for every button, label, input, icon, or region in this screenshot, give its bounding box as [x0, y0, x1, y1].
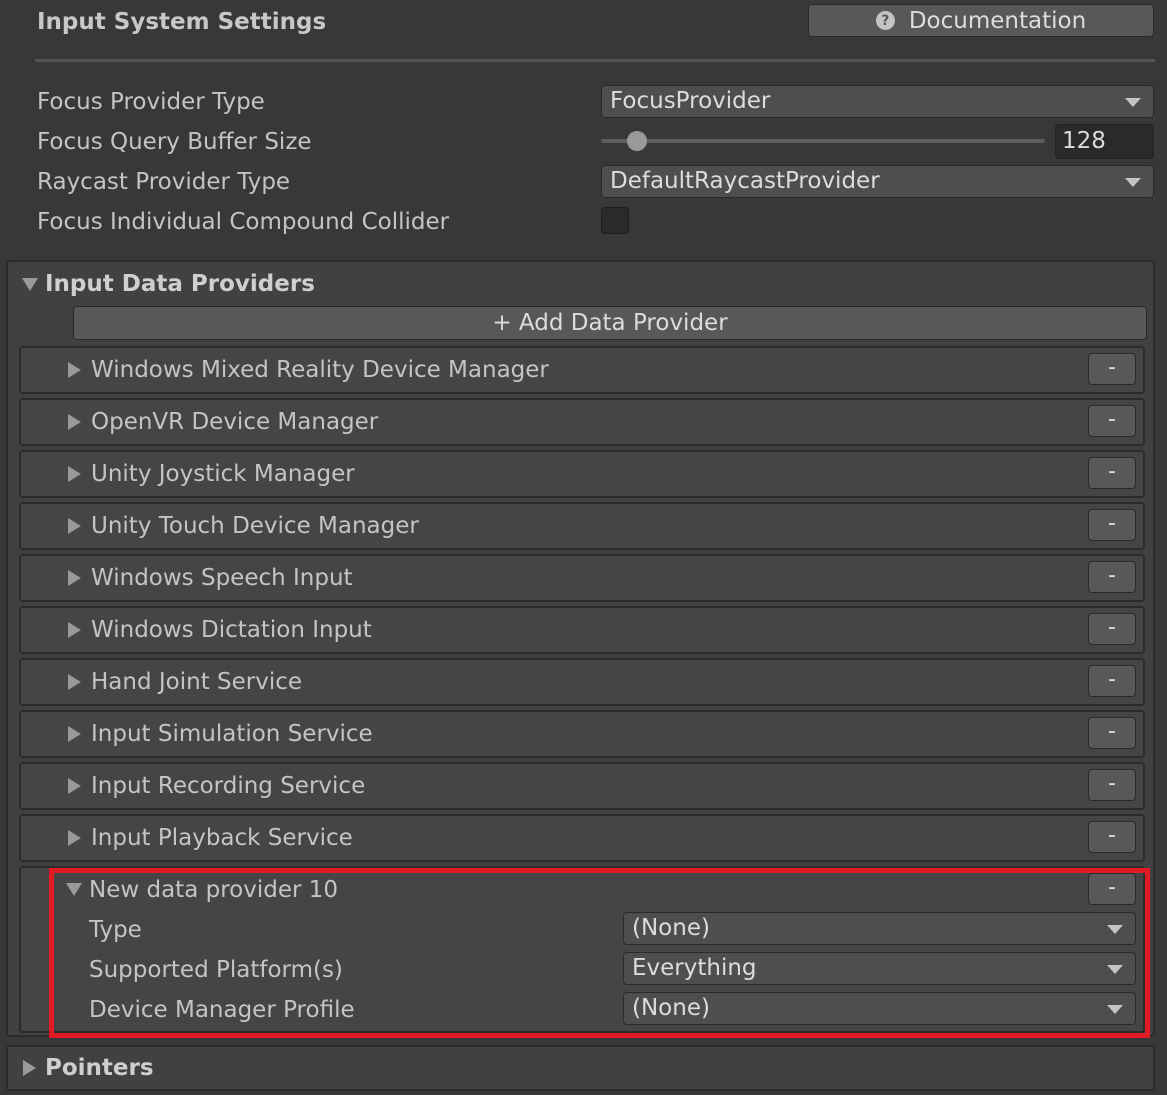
foldout-collapsed-icon[interactable]	[68, 362, 81, 378]
foldout-collapsed-icon[interactable]	[68, 570, 81, 586]
provider-item[interactable]: Input Simulation Service -	[19, 710, 1145, 758]
provider-item-label[interactable]: Windows Dictation Input	[91, 614, 372, 646]
focus-provider-type-dropdown[interactable]: FocusProvider	[601, 85, 1154, 118]
foldout-expanded-icon[interactable]	[22, 278, 38, 291]
focus-compound-collider-checkbox[interactable]	[601, 207, 629, 234]
pointers-title[interactable]: Pointers	[45, 1052, 154, 1084]
foldout-collapsed-icon[interactable]	[68, 726, 81, 742]
buffer-size-slider-track[interactable]	[601, 139, 1045, 143]
provider-item-label[interactable]: Hand Joint Service	[91, 666, 302, 698]
add-data-provider-button[interactable]: + Add Data Provider	[73, 306, 1147, 340]
foldout-collapsed-icon[interactable]	[68, 674, 81, 690]
focus-compound-collider-label: Focus Individual Compound Collider	[37, 209, 450, 235]
provider-item[interactable]: Input Playback Service -	[19, 814, 1145, 862]
foldout-collapsed-icon[interactable]	[68, 778, 81, 794]
remove-provider-button[interactable]: -	[1088, 561, 1136, 593]
remove-provider-button[interactable]: -	[1088, 457, 1136, 489]
provider-item[interactable]: Input Recording Service -	[19, 762, 1145, 810]
remove-provider-button[interactable]: -	[1088, 405, 1136, 437]
raycast-provider-type-dropdown[interactable]: DefaultRaycastProvider	[601, 165, 1154, 198]
provider-item-label[interactable]: Input Recording Service	[91, 770, 365, 802]
buffer-size-input[interactable]: 128	[1055, 124, 1154, 159]
remove-provider-button[interactable]: -	[1088, 509, 1136, 541]
help-circle-icon: ?	[875, 11, 895, 30]
chevron-down-icon	[1125, 178, 1141, 187]
remove-provider-button[interactable]: -	[1088, 717, 1136, 749]
foldout-collapsed-icon[interactable]	[23, 1060, 36, 1076]
provider-item[interactable]: Windows Dictation Input -	[19, 606, 1145, 654]
foldout-collapsed-icon[interactable]	[68, 466, 81, 482]
provider-item-label[interactable]: Unity Joystick Manager	[91, 458, 355, 490]
focus-provider-type-value: FocusProvider	[610, 88, 771, 114]
input-data-providers-title[interactable]: Input Data Providers	[45, 268, 315, 300]
provider-item-label[interactable]: Windows Mixed Reality Device Manager	[91, 354, 549, 386]
remove-provider-button[interactable]: -	[1088, 613, 1136, 645]
provider-item[interactable]: Windows Mixed Reality Device Manager -	[19, 346, 1145, 394]
foldout-collapsed-icon[interactable]	[68, 830, 81, 846]
provider-item-label[interactable]: Windows Speech Input	[91, 562, 353, 594]
provider-item-label[interactable]: Input Simulation Service	[91, 718, 373, 750]
raycast-provider-type-label: Raycast Provider Type	[37, 169, 291, 195]
provider-item-label[interactable]: OpenVR Device Manager	[91, 406, 378, 438]
remove-provider-button[interactable]: -	[1088, 665, 1136, 697]
focus-provider-type-label: Focus Provider Type	[37, 89, 265, 115]
provider-item[interactable]: Unity Joystick Manager -	[19, 450, 1145, 498]
header-divider	[35, 59, 1155, 62]
raycast-provider-type-value: DefaultRaycastProvider	[610, 168, 880, 194]
remove-provider-button[interactable]: -	[1088, 353, 1136, 385]
remove-provider-button[interactable]: -	[1088, 769, 1136, 801]
focus-query-buffer-size-label: Focus Query Buffer Size	[37, 129, 312, 155]
documentation-label: Documentation	[908, 7, 1087, 34]
provider-item[interactable]: Windows Speech Input -	[19, 554, 1145, 602]
provider-item[interactable]: Hand Joint Service -	[19, 658, 1145, 706]
foldout-collapsed-icon[interactable]	[68, 518, 81, 534]
foldout-collapsed-icon[interactable]	[68, 414, 81, 430]
provider-item[interactable]: OpenVR Device Manager -	[19, 398, 1145, 446]
highlight-frame	[49, 868, 1150, 1038]
chevron-down-icon	[1125, 98, 1141, 107]
provider-item-label[interactable]: Unity Touch Device Manager	[91, 510, 419, 542]
provider-item[interactable]: Unity Touch Device Manager -	[19, 502, 1145, 550]
provider-item-label[interactable]: Input Playback Service	[91, 822, 353, 854]
foldout-collapsed-icon[interactable]	[68, 622, 81, 638]
pointers-section	[6, 1045, 1155, 1091]
page-title: Input System Settings	[37, 9, 327, 35]
documentation-button[interactable]: ? Documentation	[808, 4, 1154, 37]
remove-provider-button[interactable]: -	[1088, 821, 1136, 853]
buffer-size-slider-thumb[interactable]	[627, 131, 647, 151]
